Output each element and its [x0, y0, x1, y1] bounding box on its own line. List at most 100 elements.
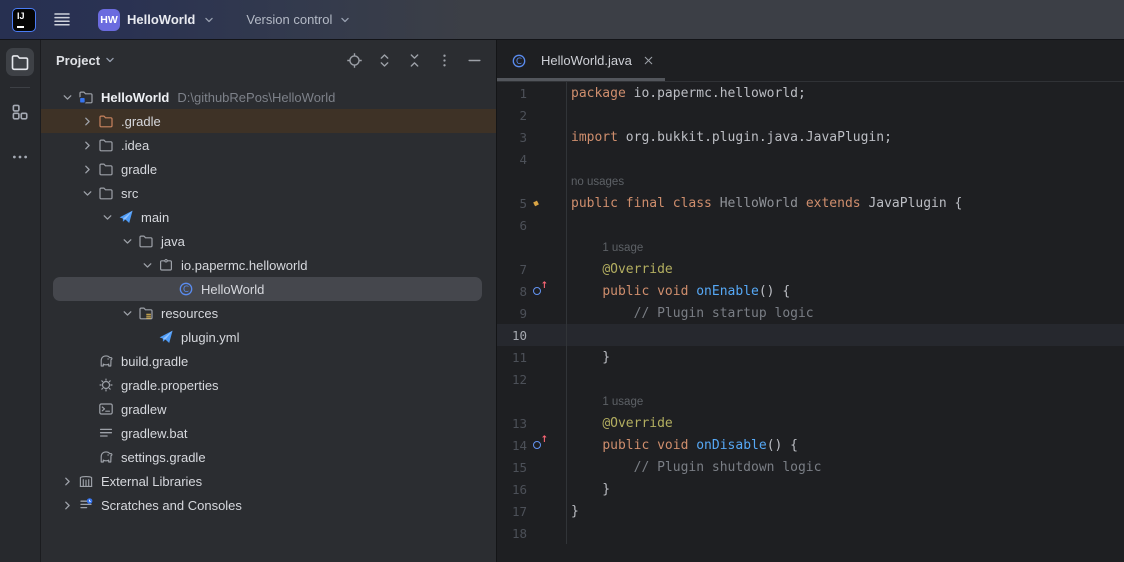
- options-menu-button[interactable]: [434, 50, 454, 70]
- tree-item-plugin-yml[interactable]: plugin.yml: [41, 325, 496, 349]
- tree-item-settings-gradle[interactable]: settings.gradle: [41, 445, 496, 469]
- chevron-down-icon[interactable]: [117, 234, 137, 249]
- tree-item-gradle[interactable]: gradle: [41, 157, 496, 181]
- gutter-line-5[interactable]: 5◆: [497, 192, 567, 214]
- tree-item-java[interactable]: java: [41, 229, 496, 253]
- tree-item-external-libraries[interactable]: External Libraries: [41, 469, 496, 493]
- project-widget-name: HelloWorld: [127, 12, 195, 27]
- gutter-line-18[interactable]: 18: [497, 522, 567, 544]
- tree-item-resources[interactable]: resources: [41, 301, 496, 325]
- gutter-line-17[interactable]: 17: [497, 500, 567, 522]
- inlay-hint-row[interactable]: 1 usage: [497, 390, 1124, 412]
- gutter-line-6[interactable]: 6: [497, 214, 567, 236]
- code-line-16[interactable]: 16 }: [497, 478, 1124, 500]
- gutter-inlay[interactable]: [497, 170, 567, 192]
- chevron-right-icon[interactable]: [77, 162, 97, 177]
- tree-item-main[interactable]: main: [41, 205, 496, 229]
- more-tool-windows[interactable]: [6, 143, 34, 171]
- hide-panel-button[interactable]: [464, 50, 484, 70]
- code-line-1[interactable]: 1package io.papermc.helloworld;: [497, 82, 1124, 104]
- overrides-method-icon[interactable]: ↑: [527, 280, 566, 302]
- gutter-line-12[interactable]: 12: [497, 368, 567, 390]
- line-number: 14: [497, 438, 527, 453]
- gutter-line-10[interactable]: 10: [497, 324, 567, 346]
- chevron-down-icon[interactable]: [137, 258, 157, 273]
- code-line-3[interactable]: 3import org.bukkit.plugin.java.JavaPlugi…: [497, 126, 1124, 148]
- project-tool[interactable]: [6, 48, 34, 76]
- collapse-all-button[interactable]: [404, 50, 424, 70]
- chevron-right-icon[interactable]: [57, 498, 77, 513]
- tab-close-icon[interactable]: [642, 54, 655, 67]
- tree-item-idea[interactable]: .idea: [41, 133, 496, 157]
- code-line-17[interactable]: 17}: [497, 500, 1124, 522]
- chevron-right-icon[interactable]: [57, 474, 77, 489]
- chevron-down-icon[interactable]: [97, 210, 117, 225]
- gutter-line-13[interactable]: 13: [497, 412, 567, 434]
- code-line-10[interactable]: 10: [497, 324, 1124, 346]
- chevron-down-icon[interactable]: [77, 186, 97, 201]
- vcs-widget[interactable]: Version control: [240, 8, 358, 31]
- gutter-line-1[interactable]: 1: [497, 82, 567, 104]
- gutter-line-14[interactable]: 14↑: [497, 434, 567, 456]
- expand-all-button[interactable]: [374, 50, 394, 70]
- gutter-line-8[interactable]: 8↑: [497, 280, 567, 302]
- chevron-right-icon[interactable]: [77, 114, 97, 129]
- gutter-line-4[interactable]: 4: [497, 148, 567, 170]
- gutter-line-2[interactable]: 2: [497, 104, 567, 126]
- chevron-down-icon[interactable]: [117, 306, 137, 321]
- code-line-13[interactable]: 13 @Override: [497, 412, 1124, 434]
- gutter-inlay[interactable]: [497, 390, 567, 412]
- code-line-5[interactable]: 5◆public final class HelloWorld extends …: [497, 192, 1124, 214]
- overrides-method-icon[interactable]: ↑: [527, 434, 566, 456]
- gutter-icon-area: [527, 390, 566, 412]
- code-line-12[interactable]: 12: [497, 368, 1124, 390]
- tree-item-helloworld[interactable]: HelloWorldD:\githubRePos\HelloWorld: [41, 85, 496, 109]
- code-line-15[interactable]: 15 // Plugin shutdown logic: [497, 456, 1124, 478]
- chevron-down-icon[interactable]: [57, 90, 77, 105]
- gutter-line-3[interactable]: 3: [497, 126, 567, 148]
- gutter-line-11[interactable]: 11: [497, 346, 567, 368]
- code-line-14[interactable]: 14↑ public void onDisable() {: [497, 434, 1124, 456]
- select-opened-file-button[interactable]: [344, 50, 364, 70]
- main-toolbar: IJ HW HelloWorld Version control: [0, 0, 1124, 40]
- gutter-line-9[interactable]: 9: [497, 302, 567, 324]
- code-line-4[interactable]: 4: [497, 148, 1124, 170]
- code-line-18[interactable]: 18: [497, 522, 1124, 544]
- structure-tool[interactable]: [6, 98, 34, 126]
- tree-item-src[interactable]: src: [41, 181, 496, 205]
- tree-item-gradle-properties[interactable]: gradle.properties: [41, 373, 496, 397]
- gutter-inlay[interactable]: [497, 236, 567, 258]
- gutter-icon-area: [527, 478, 566, 500]
- code-text: // Plugin startup logic: [567, 306, 814, 321]
- code-line-11[interactable]: 11 }: [497, 346, 1124, 368]
- code-line-2[interactable]: 2: [497, 104, 1124, 126]
- tree-item-gradlew-bat[interactable]: gradlew.bat: [41, 421, 496, 445]
- tree-item-gradlew[interactable]: gradlew: [41, 397, 496, 421]
- plugin-line-marker-icon[interactable]: ◆: [527, 192, 566, 214]
- code-line-6[interactable]: 6: [497, 214, 1124, 236]
- tree-item-label: settings.gradle: [121, 450, 206, 465]
- project-view-selector[interactable]: Project: [56, 53, 117, 68]
- code-line-7[interactable]: 7 @Override: [497, 258, 1124, 280]
- code-token: }: [571, 482, 610, 497]
- gutter-line-15[interactable]: 15: [497, 456, 567, 478]
- line-number: 10: [497, 328, 527, 343]
- gutter-line-16[interactable]: 16: [497, 478, 567, 500]
- intellij-logo-icon[interactable]: IJ: [12, 8, 36, 32]
- inlay-hint-row[interactable]: no usages: [497, 170, 1124, 192]
- tree-item-gradle[interactable]: .gradle: [41, 109, 496, 133]
- tree-item-helloworld[interactable]: CHelloWorld: [53, 277, 482, 301]
- gutter-line-7[interactable]: 7: [497, 258, 567, 280]
- code-line-8[interactable]: 8↑ public void onEnable() {: [497, 280, 1124, 302]
- tree-item-scratches-and-consoles[interactable]: Scratches and Consoles: [41, 493, 496, 517]
- project-widget[interactable]: HW HelloWorld: [92, 5, 222, 35]
- code-line-9[interactable]: 9 // Plugin startup logic: [497, 302, 1124, 324]
- tree-item-io-papermc-helloworld[interactable]: io.papermc.helloworld: [41, 253, 496, 277]
- editor-tab-helloworld-java[interactable]: C HelloWorld.java: [497, 40, 665, 81]
- ide-body: Project HelloWorldD:\githubRePos\HelloWo…: [0, 40, 1124, 562]
- tree-item-build-gradle[interactable]: build.gradle: [41, 349, 496, 373]
- inlay-hint-row[interactable]: 1 usage: [497, 236, 1124, 258]
- chevron-right-icon[interactable]: [77, 138, 97, 153]
- code-editor[interactable]: 1package io.papermc.helloworld;23import …: [497, 82, 1124, 562]
- main-menu-burger-icon[interactable]: [52, 11, 72, 28]
